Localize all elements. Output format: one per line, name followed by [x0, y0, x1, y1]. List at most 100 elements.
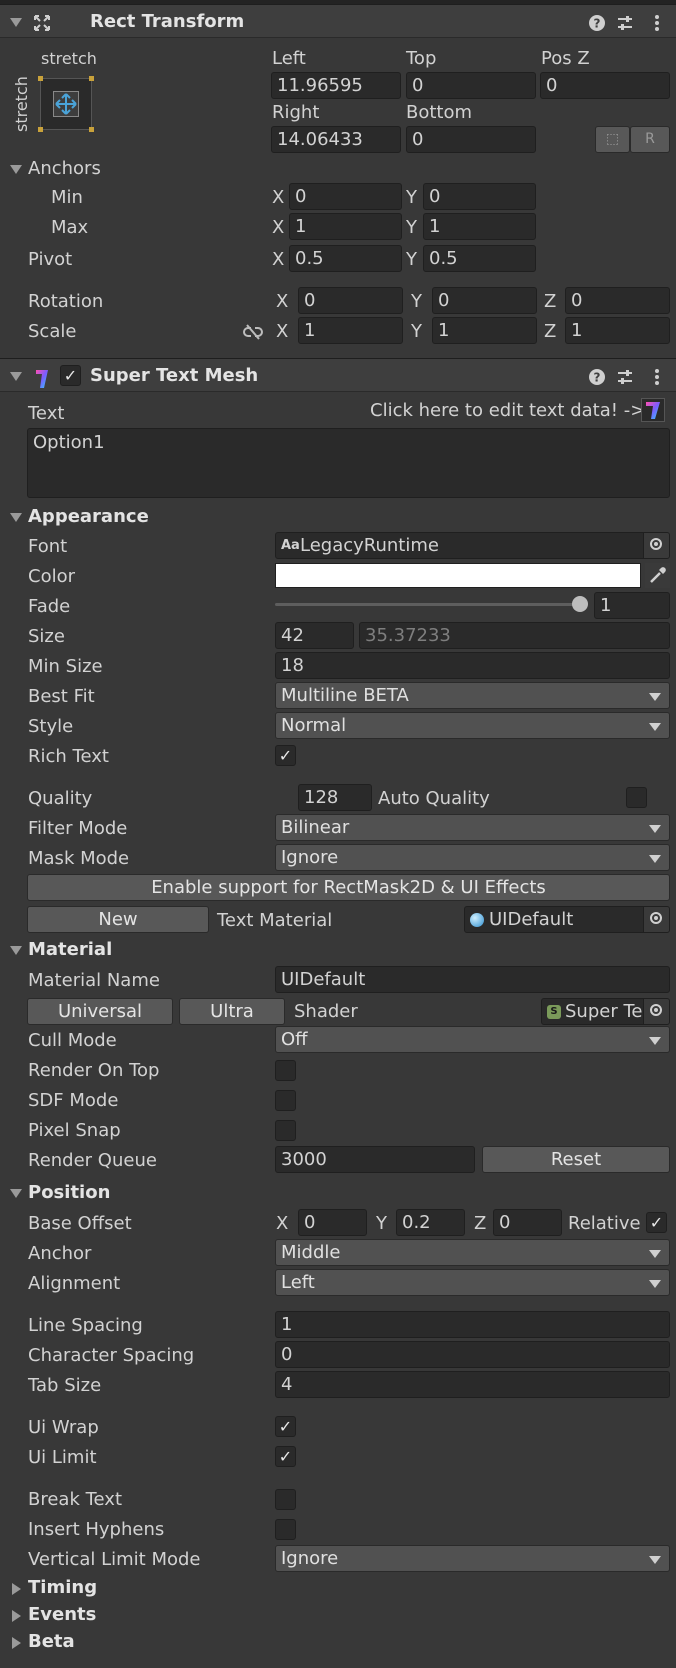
appearance-header[interactable]: Appearance — [28, 506, 149, 527]
top-field[interactable]: 0 — [406, 72, 536, 99]
min-size-field[interactable]: 18 — [275, 652, 670, 679]
font-asset-icon: Aa — [281, 538, 300, 553]
new-material-button[interactable]: New — [27, 906, 209, 933]
material-name-field[interactable]: UIDefault — [275, 966, 670, 993]
rect-transform-header[interactable]: Rect Transform ? — [0, 4, 676, 38]
anchor-max-y-field[interactable]: 1 — [423, 213, 536, 240]
insert-hyphens-checkbox[interactable] — [275, 1519, 296, 1540]
beta-header[interactable]: Beta — [28, 1631, 75, 1652]
reset-render-queue-button[interactable]: Reset — [482, 1146, 670, 1173]
break-text-checkbox[interactable] — [275, 1489, 296, 1510]
eyedropper-icon[interactable] — [645, 563, 670, 588]
super-text-mesh-icon — [33, 368, 51, 388]
rich-text-checkbox[interactable]: ✓ — [275, 745, 296, 766]
text-data-icon[interactable] — [641, 398, 665, 422]
timing-expand-arrow-icon[interactable] — [12, 1583, 21, 1595]
scale-x-field[interactable]: 1 — [298, 317, 403, 344]
anchors-label[interactable]: Anchors — [28, 158, 101, 179]
beta-expand-arrow-icon[interactable] — [12, 1637, 21, 1649]
anchors-collapse-arrow-icon[interactable] — [10, 165, 22, 174]
timing-header[interactable]: Timing — [28, 1577, 97, 1598]
render-on-top-checkbox[interactable] — [275, 1060, 296, 1081]
events-header[interactable]: Events — [28, 1604, 96, 1625]
raw-edit-button[interactable]: R — [630, 126, 670, 153]
base-offset-z-field[interactable]: 0 — [493, 1209, 562, 1236]
anchor-dropdown[interactable]: Middle — [275, 1239, 670, 1266]
presets-icon[interactable] — [616, 14, 634, 32]
character-spacing-field[interactable]: 0 — [275, 1341, 670, 1368]
base-offset-y-label: Y — [376, 1213, 387, 1234]
component-enabled-checkbox[interactable]: ✓ — [60, 365, 81, 386]
edit-text-data-link[interactable]: Click here to edit text data! -> — [370, 400, 645, 421]
pixel-snap-checkbox[interactable] — [275, 1120, 296, 1141]
object-picker-icon[interactable] — [643, 533, 669, 558]
vertical-limit-mode-dropdown[interactable]: Ignore — [275, 1545, 670, 1572]
blueprint-mode-button[interactable]: ⬚ — [595, 126, 630, 153]
quality-field[interactable]: 128 — [298, 784, 372, 811]
left-field[interactable]: 11.96595 — [271, 72, 401, 99]
cull-mode-dropdown[interactable]: Off — [275, 1026, 670, 1053]
anchor-presets-button[interactable] — [38, 76, 94, 132]
style-dropdown[interactable]: Normal — [275, 712, 670, 739]
anchor-min-x-field[interactable]: 0 — [289, 183, 402, 210]
line-spacing-field[interactable]: 1 — [275, 1311, 670, 1338]
fade-slider-track[interactable] — [275, 603, 580, 606]
kebab-menu-icon[interactable] — [648, 368, 666, 386]
collapse-arrow-icon[interactable] — [10, 18, 22, 27]
base-offset-y-field[interactable]: 0.2 — [396, 1209, 465, 1236]
object-picker-icon[interactable] — [643, 999, 669, 1024]
auto-quality-checkbox[interactable] — [626, 787, 647, 808]
text-material-object-field[interactable]: UIDefault — [464, 906, 670, 933]
rotation-y-field[interactable]: 0 — [432, 287, 537, 314]
enable-support-button[interactable]: Enable support for RectMask2D & UI Effec… — [27, 874, 670, 901]
tab-size-field[interactable]: 4 — [275, 1371, 670, 1398]
scale-z-field[interactable]: 1 — [565, 317, 670, 344]
alignment-dropdown[interactable]: Left — [275, 1269, 670, 1296]
fade-slider-thumb[interactable] — [572, 596, 588, 612]
rotation-x-field[interactable]: 0 — [298, 287, 403, 314]
font-object-field[interactable]: Aa LegacyRuntime — [275, 532, 670, 559]
pivot-label: Pivot — [28, 249, 73, 270]
bottom-field[interactable]: 0 — [406, 126, 536, 153]
help-icon[interactable]: ? — [588, 14, 606, 32]
position-header[interactable]: Position — [28, 1182, 110, 1203]
size-field[interactable]: 42 — [275, 622, 354, 649]
object-picker-icon[interactable] — [643, 907, 669, 932]
color-swatch[interactable] — [275, 563, 641, 588]
universal-shader-button[interactable]: Universal — [27, 998, 173, 1025]
anchor-min-y-field[interactable]: 0 — [423, 183, 536, 210]
mask-mode-dropdown[interactable]: Ignore — [275, 844, 670, 871]
material-collapse-arrow-icon[interactable] — [10, 946, 22, 955]
help-icon[interactable]: ? — [588, 368, 606, 386]
ultra-shader-button[interactable]: Ultra — [179, 998, 285, 1025]
position-collapse-arrow-icon[interactable] — [10, 1189, 22, 1198]
anchor-max-x-field[interactable]: 1 — [289, 213, 402, 240]
appearance-collapse-arrow-icon[interactable] — [10, 513, 22, 522]
kebab-menu-icon[interactable] — [648, 14, 666, 32]
rect-transform-icon — [33, 14, 51, 32]
relative-checkbox[interactable]: ✓ — [646, 1212, 667, 1233]
base-offset-x-field[interactable]: 0 — [298, 1209, 367, 1236]
pivot-y-field[interactable]: 0.5 — [423, 245, 536, 272]
material-header[interactable]: Material — [28, 939, 112, 960]
shader-object-field[interactable]: S Super Te — [541, 998, 670, 1025]
presets-icon[interactable] — [616, 368, 634, 386]
sdf-mode-checkbox[interactable] — [275, 1090, 296, 1111]
pivot-x-field[interactable]: 0.5 — [289, 245, 402, 272]
ui-wrap-checkbox[interactable]: ✓ — [275, 1416, 296, 1437]
filter-mode-dropdown[interactable]: Bilinear — [275, 814, 670, 841]
unlink-icon[interactable] — [243, 323, 263, 341]
alignment-value: Left — [281, 1272, 315, 1293]
scale-y-field[interactable]: 1 — [432, 317, 537, 344]
rotation-z-field[interactable]: 0 — [565, 287, 670, 314]
fade-field[interactable]: 1 — [594, 592, 670, 619]
collapse-arrow-icon[interactable] — [10, 372, 22, 381]
right-field[interactable]: 14.06433 — [271, 126, 401, 153]
text-area[interactable]: Option1 — [27, 428, 670, 498]
best-fit-dropdown[interactable]: Multiline BETA — [275, 682, 670, 709]
pos-z-field[interactable]: 0 — [540, 72, 670, 99]
render-queue-field[interactable]: 3000 — [275, 1146, 475, 1173]
ui-limit-checkbox[interactable]: ✓ — [275, 1446, 296, 1467]
events-expand-arrow-icon[interactable] — [12, 1610, 21, 1622]
super-text-mesh-header[interactable]: ✓ Super Text Mesh ? — [0, 358, 676, 392]
